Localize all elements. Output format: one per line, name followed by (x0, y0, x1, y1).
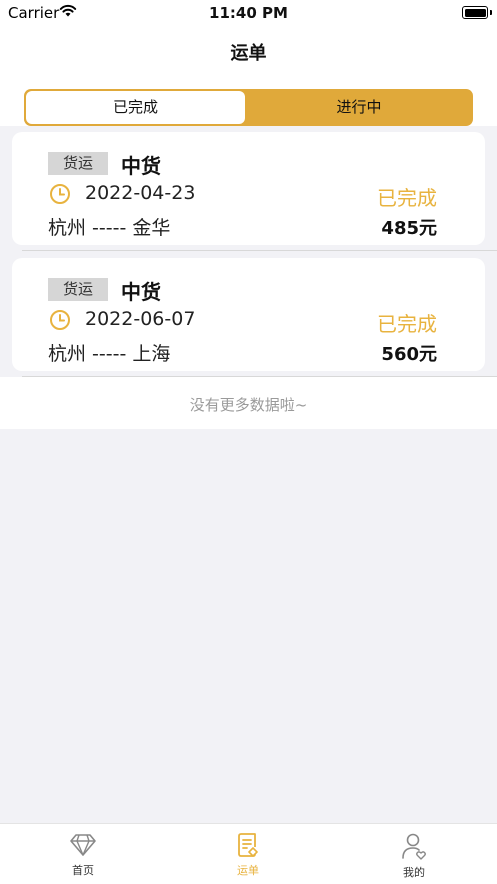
order-date: 2022-04-23 (85, 182, 196, 204)
navigation-bar: 运单 (0, 26, 497, 78)
no-more-data-label: 没有更多数据啦~ (189, 396, 308, 414)
status-bar: Carrier 11:40 PM (0, 0, 497, 26)
status-segmented-control: 已完成 进行中 (24, 89, 473, 126)
diamond-icon (70, 834, 96, 856)
segment-in-progress[interactable]: 进行中 (247, 91, 471, 124)
clock-time: 11:40 PM (209, 4, 288, 22)
profile-icon (402, 833, 426, 860)
tab-home-label: 首页 (72, 864, 94, 877)
tab-profile-label: 我的 (403, 866, 425, 879)
order-card[interactable]: 货运 中货 2022-06-07 已完成 杭州 ----- 上海 560元 (12, 258, 485, 371)
tab-bar: 首页 运单 我的 (0, 823, 497, 884)
clock-icon (50, 184, 70, 204)
segment-completed[interactable]: 已完成 (26, 91, 245, 124)
waybill-icon (238, 833, 258, 857)
order-route: 杭州 ----- 金华 (48, 217, 171, 239)
battery-icon (462, 6, 492, 19)
clock-icon (50, 310, 70, 330)
cargo-type: 中货 (121, 154, 161, 178)
tab-waybill[interactable]: 运单 (188, 832, 308, 878)
segment-container: 已完成 进行中 (0, 78, 497, 126)
page-title: 运单 (230, 43, 267, 64)
list-footer: 没有更多数据啦~ (0, 377, 497, 429)
tab-profile[interactable]: 我的 (354, 832, 474, 880)
order-date: 2022-06-07 (85, 308, 196, 330)
order-price: 560元 (381, 344, 437, 365)
card-divider (22, 250, 497, 251)
tab-waybill-label: 运单 (237, 864, 259, 877)
order-price: 485元 (381, 218, 437, 239)
order-type-tag: 货运 (48, 152, 108, 175)
order-card[interactable]: 货运 中货 2022-04-23 已完成 杭州 ----- 金华 485元 (12, 132, 485, 245)
tab-home[interactable]: 首页 (23, 832, 143, 878)
order-route: 杭州 ----- 上海 (48, 343, 171, 365)
cargo-type: 中货 (121, 280, 161, 304)
order-status: 已完成 (377, 312, 437, 336)
order-status: 已完成 (377, 186, 437, 210)
order-type-tag: 货运 (48, 278, 108, 301)
